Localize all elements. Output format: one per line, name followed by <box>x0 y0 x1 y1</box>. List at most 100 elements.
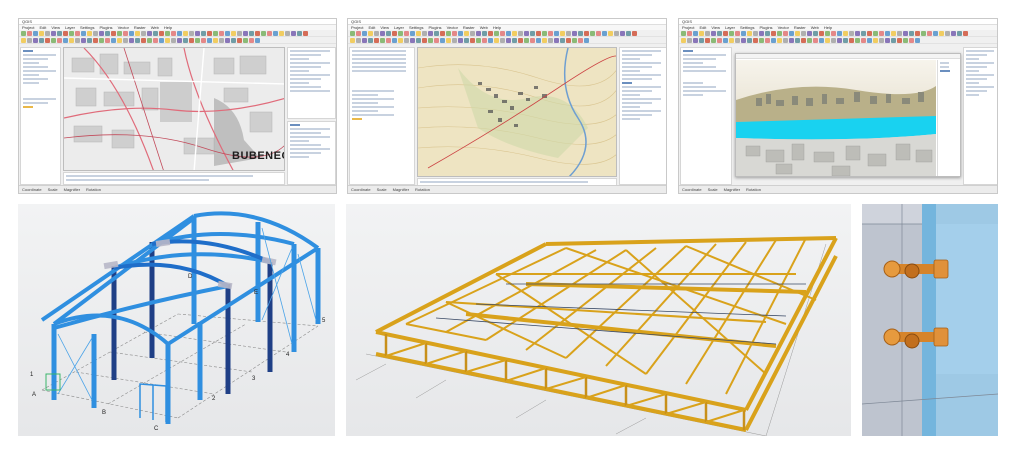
toolbar-button-icon[interactable] <box>891 30 896 36</box>
toolbar-button-icon[interactable] <box>207 30 212 36</box>
toolbar-button-icon[interactable] <box>909 37 914 43</box>
toolbar-button-icon[interactable] <box>825 37 830 43</box>
menu-item[interactable]: Settings <box>740 25 754 30</box>
toolbar-button-icon[interactable] <box>789 30 794 36</box>
toolbar-button-icon[interactable] <box>416 30 421 36</box>
toolbar-button-icon[interactable] <box>225 37 230 43</box>
toolbar-button-icon[interactable] <box>464 30 469 36</box>
browser-panel-right[interactable] <box>287 47 336 119</box>
toolbar-button-icon[interactable] <box>380 30 385 36</box>
menu-item[interactable]: Web <box>811 25 819 30</box>
toolbar-button-icon[interactable] <box>819 37 824 43</box>
toolbar-button-icon[interactable] <box>831 37 836 43</box>
toolbar-button-icon[interactable] <box>584 37 589 43</box>
toolbar-button-icon[interactable] <box>153 30 158 36</box>
toolbar-button-icon[interactable] <box>368 30 373 36</box>
toolbar-button-icon[interactable] <box>249 30 254 36</box>
toolbar-button-icon[interactable] <box>759 37 764 43</box>
toolbar-button-icon[interactable] <box>921 30 926 36</box>
toolbar-button-icon[interactable] <box>530 37 535 43</box>
menu-item[interactable]: Raster <box>134 25 146 30</box>
menu-item[interactable]: Raster <box>463 25 475 30</box>
toolbar-button-icon[interactable] <box>524 37 529 43</box>
toolbar-button-icon[interactable] <box>536 37 541 43</box>
toolbar-button-icon[interactable] <box>93 30 98 36</box>
toolbar-button-icon[interactable] <box>398 37 403 43</box>
toolbar-button-icon[interactable] <box>945 30 950 36</box>
toolbar-button-icon[interactable] <box>885 37 890 43</box>
toolbar-button-icon[interactable] <box>99 37 104 43</box>
toolbar-button-icon[interactable] <box>873 30 878 36</box>
toolbar-button-icon[interactable] <box>147 30 152 36</box>
toolbar-button-icon[interactable] <box>554 30 559 36</box>
toolbar-button-icon[interactable] <box>512 30 517 36</box>
toolbar-button-icon[interactable] <box>903 30 908 36</box>
toolbar-button-icon[interactable] <box>111 37 116 43</box>
toolbar-button-icon[interactable] <box>291 30 296 36</box>
toolbar-button-icon[interactable] <box>500 37 505 43</box>
toolbar-button-icon[interactable] <box>488 37 493 43</box>
toolbar-button-icon[interactable] <box>207 37 212 43</box>
toolbar-button-icon[interactable] <box>699 37 704 43</box>
toolbar-button-icon[interactable] <box>849 37 854 43</box>
toolbar-button-icon[interactable] <box>879 30 884 36</box>
toolbar-button-icon[interactable] <box>201 30 206 36</box>
toolbar-button-icon[interactable] <box>470 37 475 43</box>
menu-item[interactable]: View <box>711 25 720 30</box>
toolbar-button-icon[interactable] <box>500 30 505 36</box>
toolbar-button-icon[interactable] <box>123 30 128 36</box>
browser-panel-right[interactable] <box>963 47 997 185</box>
toolbar-button-icon[interactable] <box>687 30 692 36</box>
menu-item[interactable]: Plugins <box>428 25 441 30</box>
toolbar-button-icon[interactable] <box>801 37 806 43</box>
toolbar-button-icon[interactable] <box>69 37 74 43</box>
menu-item[interactable]: Vector <box>778 25 789 30</box>
toolbar-button-icon[interactable] <box>177 37 182 43</box>
toolbar-button-icon[interactable] <box>897 37 902 43</box>
menu-item[interactable]: Edit <box>39 25 46 30</box>
toolbar-button-icon[interactable] <box>759 30 764 36</box>
toolbar-button-icon[interactable] <box>458 30 463 36</box>
menu-item[interactable]: Layer <box>394 25 404 30</box>
toolbar-button-icon[interactable] <box>189 37 194 43</box>
toolbar-button-icon[interactable] <box>795 30 800 36</box>
toolbar-button-icon[interactable] <box>147 37 152 43</box>
toolbar-button-icon[interactable] <box>75 30 80 36</box>
3d-view-side-panel[interactable] <box>937 60 960 176</box>
layers-panel[interactable] <box>349 47 415 185</box>
menu-item[interactable]: Plugins <box>759 25 772 30</box>
log-panel[interactable] <box>63 172 285 185</box>
toolbar-button-icon[interactable] <box>482 30 487 36</box>
toolbar-button-icon[interactable] <box>374 37 379 43</box>
toolbar-button-icon[interactable] <box>81 37 86 43</box>
toolbar-button-icon[interactable] <box>105 30 110 36</box>
toolbar-button-icon[interactable] <box>464 37 469 43</box>
toolbar-button-icon[interactable] <box>584 30 589 36</box>
toolbar-button-icon[interactable] <box>177 30 182 36</box>
toolbar-button-icon[interactable] <box>909 30 914 36</box>
toolbar-button-icon[interactable] <box>470 30 475 36</box>
toolbar-button-icon[interactable] <box>356 37 361 43</box>
menu-item[interactable]: Web <box>480 25 488 30</box>
toolbar-button-icon[interactable] <box>494 30 499 36</box>
toolbar-button-icon[interactable] <box>362 37 367 43</box>
toolbar-button-icon[interactable] <box>39 30 44 36</box>
toolbar-button-icon[interactable] <box>789 37 794 43</box>
toolbar-button-icon[interactable] <box>855 37 860 43</box>
toolbar-button-icon[interactable] <box>771 37 776 43</box>
toolbar-button-icon[interactable] <box>249 37 254 43</box>
toolbar-button-icon[interactable] <box>837 37 842 43</box>
toolbar-button-icon[interactable] <box>452 37 457 43</box>
toolbar-button-icon[interactable] <box>255 30 260 36</box>
toolbar-button-icon[interactable] <box>711 30 716 36</box>
toolbar-button-icon[interactable] <box>801 30 806 36</box>
menu-item[interactable]: Plugins <box>99 25 112 30</box>
toolbar-button-icon[interactable] <box>747 37 752 43</box>
toolbar-button-icon[interactable] <box>428 30 433 36</box>
toolbar-button-icon[interactable] <box>434 30 439 36</box>
toolbar-button-icon[interactable] <box>512 37 517 43</box>
toolbar-button-icon[interactable] <box>819 30 824 36</box>
toolbar-button-icon[interactable] <box>201 37 206 43</box>
toolbar-button-icon[interactable] <box>825 30 830 36</box>
toolbar-button-icon[interactable] <box>57 30 62 36</box>
